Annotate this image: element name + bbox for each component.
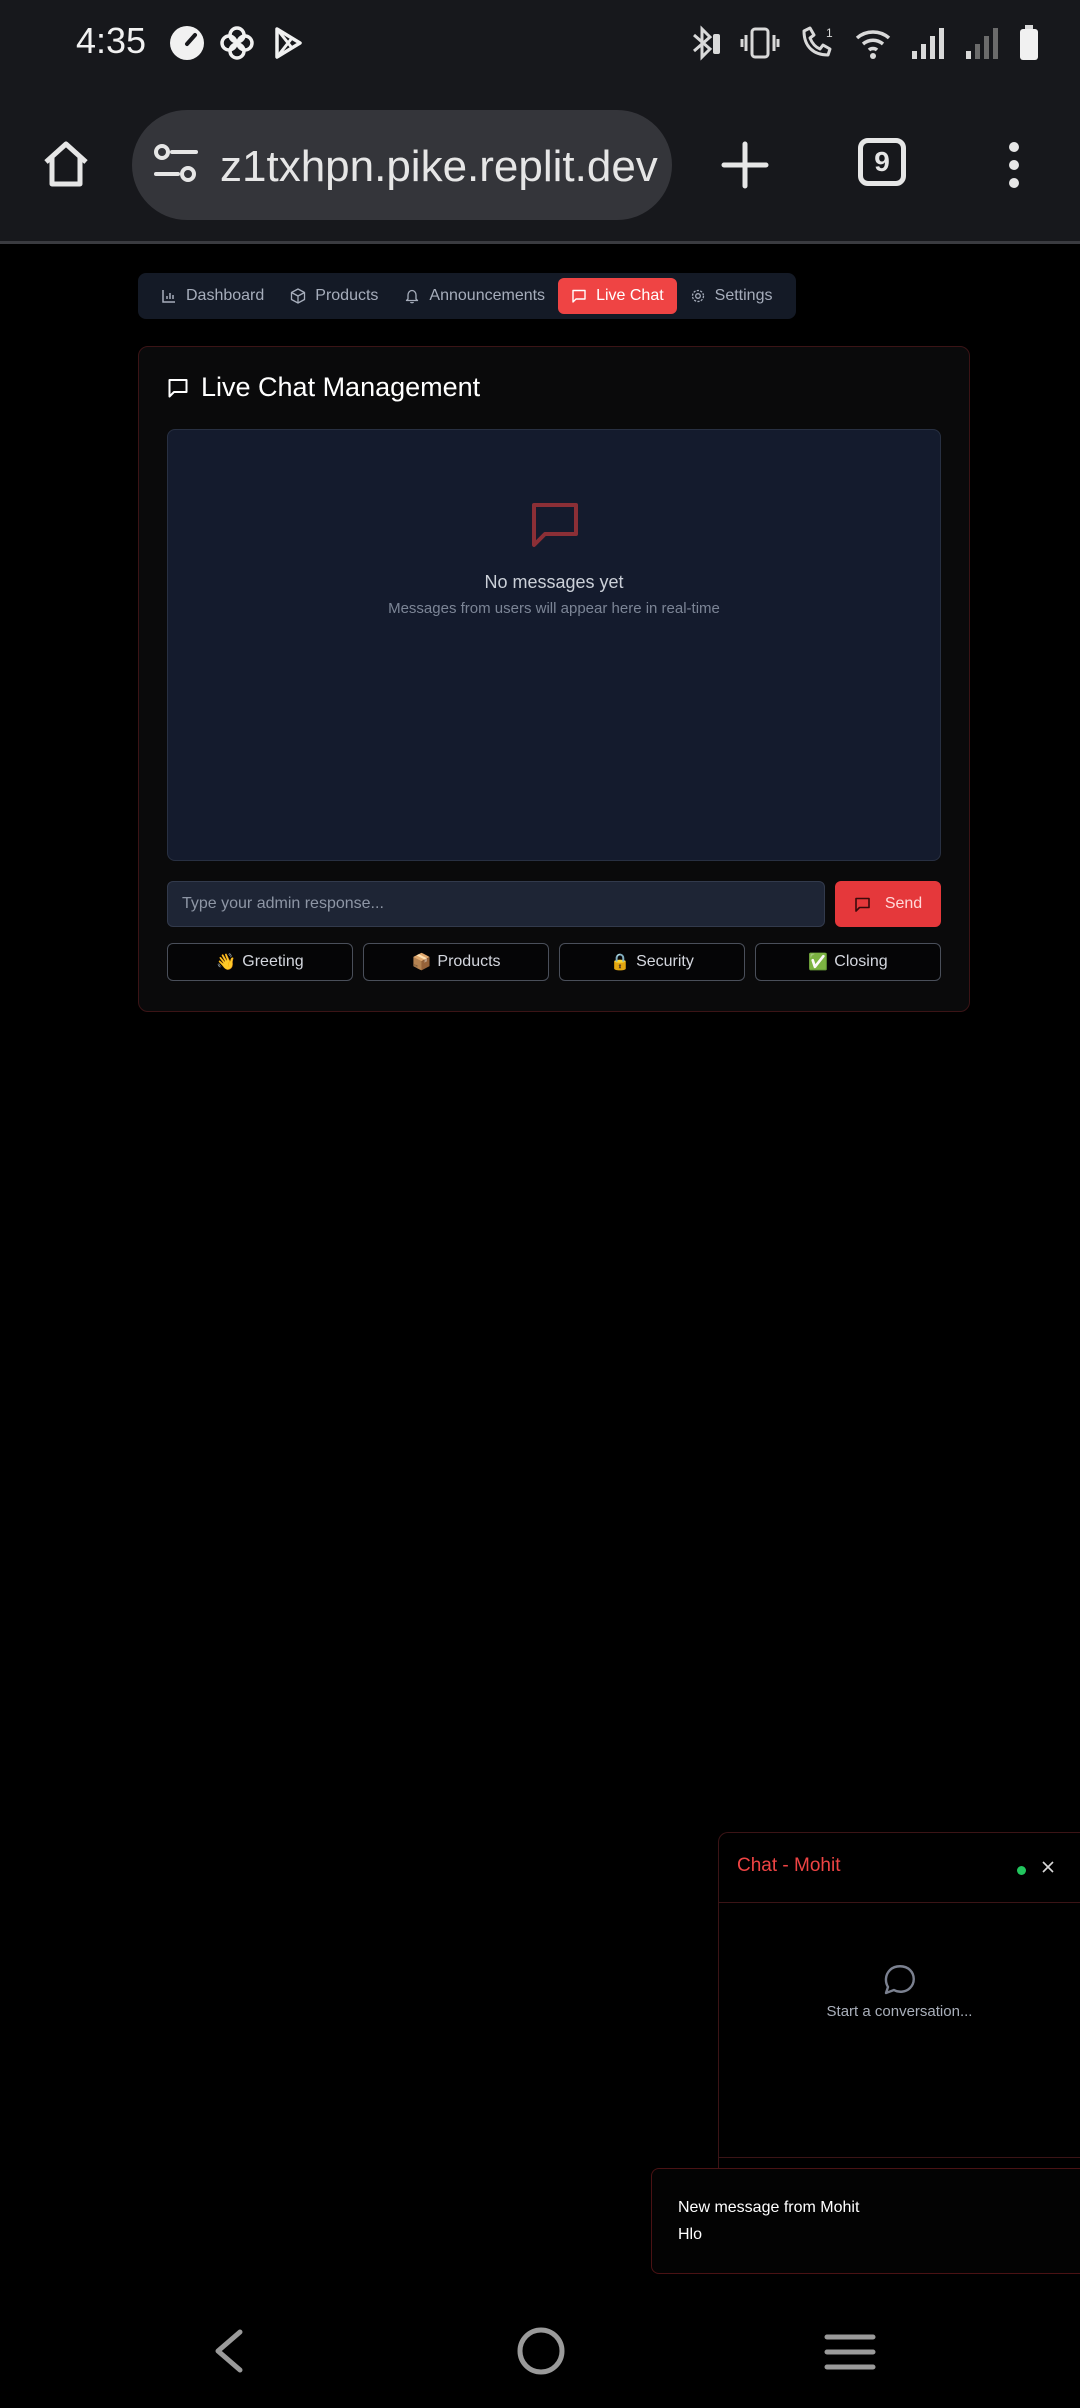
quick-reply-products[interactable]: 📦 Products (363, 943, 549, 981)
quick-reply-label: Security (636, 953, 694, 970)
back-icon[interactable] (210, 2328, 246, 2374)
new-tab-icon[interactable] (720, 140, 770, 190)
send-message-icon (854, 896, 871, 913)
recents-menu-icon[interactable] (824, 2332, 876, 2372)
more-menu-icon[interactable] (1004, 140, 1024, 190)
signal-weak-icon (964, 25, 1000, 61)
chat-widget: Chat - Mohit Start a conversation... (718, 1832, 1080, 2172)
tab-announcements-label: Announcements (429, 287, 546, 304)
tab-switcher-button[interactable]: 9 (858, 138, 906, 186)
live-chat-card: Live Chat Management No messages yet Mes… (138, 346, 970, 1012)
bell-icon (404, 288, 420, 304)
waving-hand-emoji: 👋 (216, 954, 237, 971)
lock-emoji: 🔒 (610, 954, 631, 971)
page-title: Live Chat Management (201, 372, 481, 402)
tab-announcements[interactable]: Announcements (391, 278, 558, 314)
empty-state-subtitle: Messages from users will appear here in … (388, 600, 720, 617)
empty-state-title: No messages yet (484, 572, 624, 592)
chat-empty-text: Start a conversation... (826, 2003, 973, 2020)
message-square-icon (167, 377, 189, 399)
quick-replies: 👋 Greeting 📦 Products 🔒 Security ✅ Closi… (167, 943, 941, 981)
send-button-label: Send (884, 895, 923, 912)
home-icon[interactable] (40, 138, 92, 190)
vibrate-icon (740, 25, 780, 61)
toast-title: New message from Mohit (678, 2199, 860, 2216)
quick-reply-security[interactable]: 🔒 Security (559, 943, 745, 981)
messages-panel[interactable]: No messages yet Messages from users will… (167, 429, 941, 861)
empty-chat-icon (530, 500, 580, 550)
quick-reply-closing[interactable]: ✅ Closing (755, 943, 941, 981)
pinwheel-icon (218, 24, 256, 62)
speedometer-icon (168, 24, 206, 62)
close-icon[interactable] (1041, 1860, 1055, 1874)
message-square-icon (571, 288, 587, 304)
check-mark-emoji: ✅ (808, 954, 829, 971)
card-header: Live Chat Management (167, 372, 480, 403)
status-time: 4:35 (76, 20, 147, 61)
divider (719, 2157, 1080, 2158)
url-text[interactable]: z1txhpn.pike.replit.dev (220, 142, 660, 192)
quick-reply-label: Greeting (242, 953, 304, 970)
new-message-toast[interactable]: New message from Mohit Hlo (651, 2168, 1080, 2274)
chat-bubble-icon (882, 1961, 918, 1997)
system-icons: 1 (688, 24, 1040, 62)
tab-settings[interactable]: Settings (677, 278, 786, 314)
wifi-icon (854, 25, 892, 61)
send-button[interactable]: Send (835, 881, 941, 927)
online-status-dot (1017, 1866, 1026, 1875)
browser-toolbar: z1txhpn.pike.replit.dev 9 (0, 88, 1080, 244)
tab-products-label: Products (315, 287, 379, 304)
toast-message: Hlo (678, 2226, 703, 2243)
bluetooth-icon (688, 25, 722, 61)
tab-live-chat-label: Live Chat (596, 287, 664, 304)
bar-chart-icon (161, 288, 177, 304)
system-navigation-bar (0, 2290, 1080, 2408)
notification-icons (168, 24, 306, 62)
quick-reply-greeting[interactable]: 👋 Greeting (167, 943, 353, 981)
wifi-calling-icon: 1 (798, 25, 836, 61)
signal-icon (910, 25, 946, 61)
quick-reply-label: Products (437, 953, 501, 970)
package-icon (290, 288, 306, 304)
gear-icon (690, 288, 706, 304)
address-bar[interactable]: z1txhpn.pike.replit.dev (132, 110, 672, 220)
package-emoji: 📦 (411, 954, 432, 971)
tab-dashboard[interactable]: Dashboard (148, 278, 277, 314)
battery-icon (1018, 24, 1040, 62)
svg-text:1: 1 (826, 26, 833, 40)
chat-widget-title: Chat - Mohit (737, 1855, 841, 1876)
admin-nav-tabs: Dashboard Products Announcements Live Ch… (138, 273, 796, 319)
chat-widget-header: Chat - Mohit (719, 1833, 1080, 1903)
play-store-icon (268, 24, 306, 62)
tab-dashboard-label: Dashboard (186, 287, 265, 304)
site-settings-icon[interactable] (152, 140, 200, 188)
home-circle-icon[interactable] (516, 2326, 566, 2376)
tab-live-chat[interactable]: Live Chat (558, 278, 677, 314)
tab-products[interactable]: Products (277, 278, 391, 314)
quick-reply-label: Closing (834, 953, 888, 970)
tab-settings-label: Settings (714, 287, 773, 304)
admin-response-input[interactable] (167, 881, 825, 927)
status-bar: 4:35 1 (0, 0, 1080, 88)
